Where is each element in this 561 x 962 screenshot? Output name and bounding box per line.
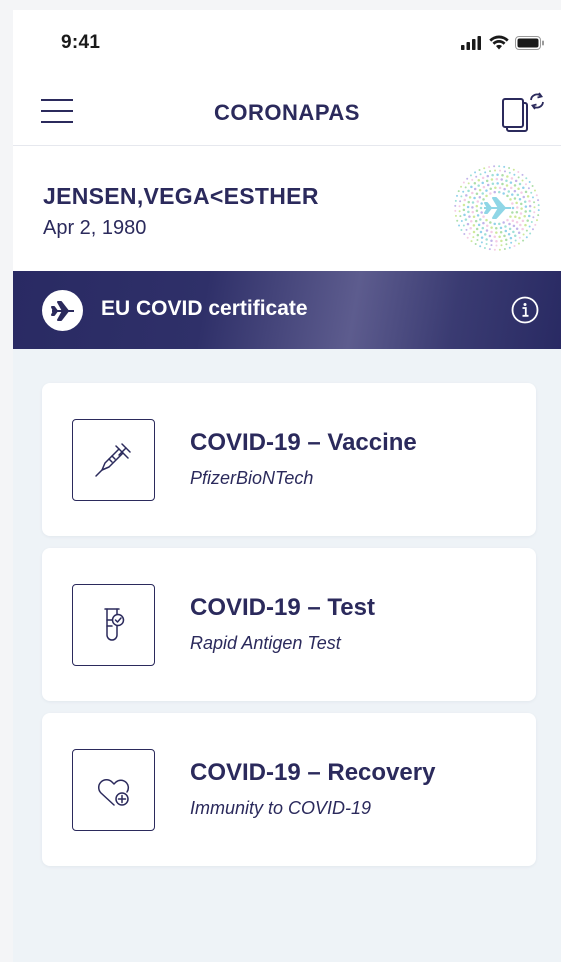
nav-bar: CORONAPAS xyxy=(13,78,561,146)
card-subtitle: PfizerBioNTech xyxy=(190,468,314,488)
card-subtitle: Immunity to COVID-19 xyxy=(190,798,372,818)
card-title: COVID-19 – Vaccine xyxy=(190,429,417,456)
status-time: 9:41 xyxy=(61,32,101,53)
banner-label: EU COVID certificate xyxy=(101,297,308,320)
wifi-icon xyxy=(489,35,509,50)
battery-icon xyxy=(515,35,544,50)
switch-card-icon[interactable] xyxy=(501,90,547,136)
test-tube-icon xyxy=(72,584,155,666)
app-screen: 9:41 CORONAPAS JENSEN,VEGA<ESTHER Apr 2,… xyxy=(13,10,561,962)
card-subtitle: Rapid Antigen Test xyxy=(190,633,341,653)
certificate-card-recovery[interactable]: COVID-19 – Recovery Immunity to COVID-19 xyxy=(42,713,536,866)
heart-plus-icon xyxy=(72,749,155,831)
status-icons xyxy=(461,35,545,50)
info-icon[interactable] xyxy=(511,296,539,324)
syringe-icon xyxy=(72,419,155,501)
holder-name: JENSEN,VEGA<ESTHER xyxy=(43,183,319,209)
holder-info: JENSEN,VEGA<ESTHER Apr 2, 1980 xyxy=(13,146,561,271)
certificate-card-test[interactable]: COVID-19 – Test Rapid Antigen Test xyxy=(42,548,536,701)
holder-dob: Apr 2, 1980 xyxy=(43,217,147,239)
travel-plane-logo-icon xyxy=(454,165,540,251)
card-title: COVID-19 – Recovery xyxy=(190,759,436,786)
certificate-card-vaccine[interactable]: COVID-19 – Vaccine PfizerBioNTech xyxy=(42,383,536,536)
card-title: COVID-19 – Test xyxy=(190,594,375,621)
certificate-banner[interactable]: EU COVID certificate xyxy=(13,271,561,349)
page-title: CORONAPAS xyxy=(214,100,360,125)
signal-icon xyxy=(461,35,481,50)
plane-icon xyxy=(42,290,83,331)
status-bar: 9:41 xyxy=(13,10,561,78)
